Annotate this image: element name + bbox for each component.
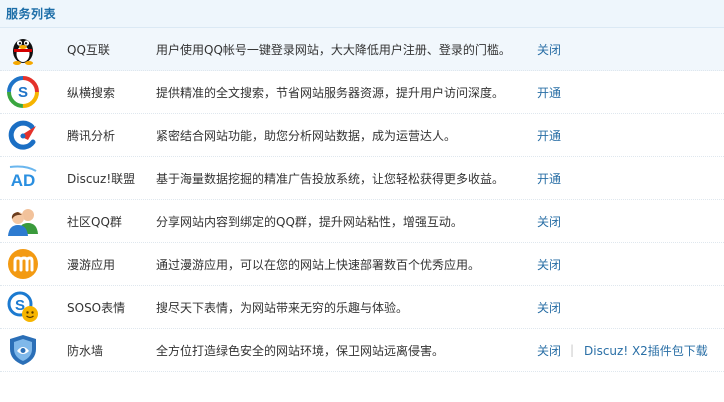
toggle-service-link[interactable]: 关闭: [537, 256, 561, 273]
qq-penguin-icon: [6, 32, 40, 66]
service-description: 全方位打造绿色安全的网站环境，保卫网站远离侵害。: [156, 343, 445, 358]
service-row-manyou-apps: 漫游应用 通过漫游应用，可以在您的网站上快速部署数百个优秀应用。 关闭: [0, 243, 724, 286]
service-name: Discuz!联盟: [67, 171, 136, 186]
toggle-service-link[interactable]: 关闭: [537, 299, 561, 316]
service-name: 社区QQ群: [67, 214, 122, 229]
firewall-shield-icon: [6, 333, 40, 367]
toggle-service-link[interactable]: 开通: [537, 127, 561, 144]
ad-alliance-icon: AD: [6, 161, 40, 195]
service-row-community-qq-group: 社区QQ群 分享网站内容到绑定的QQ群，提升网站粘性，增强互动。 关闭: [0, 200, 724, 243]
service-name: 防水墙: [67, 343, 104, 358]
service-description: 搜尽天下表情，为网站带来无穷的乐趣与体验。: [156, 300, 409, 315]
svg-text:S: S: [18, 84, 28, 101]
service-rows: QQ互联 用户使用QQ帐号一键登录网站，大大降低用户注册、登录的门槛。 关闭 S…: [0, 28, 724, 372]
service-name: 纵横搜索: [67, 85, 116, 100]
service-name: 腾讯分析: [67, 128, 116, 143]
service-description: 用户使用QQ帐号一键登录网站，大大降低用户注册、登录的门槛。: [156, 42, 511, 57]
service-row-soso-emoticons: S SOSO表情 搜尽天下表情，为网站带来无穷的乐趣与体验。 关闭: [0, 286, 724, 329]
service-list-panel: 服务列表 QQ互联 用户使用QQ帐号一键登录网站，大大降低用户注册、登录的门槛。…: [0, 0, 724, 402]
svg-text:AD: AD: [11, 171, 36, 190]
soso-emoticon-icon: S: [6, 290, 40, 324]
service-description: 提供精准的全文搜索，节省网站服务器资源，提升用户访问深度。: [156, 85, 505, 100]
service-name: SOSO表情: [67, 300, 126, 315]
toggle-service-link[interactable]: 关闭: [537, 342, 561, 359]
toggle-service-link[interactable]: 关闭: [537, 213, 561, 230]
service-row-firewall: 防水墙 全方位打造绿色安全的网站环境，保卫网站远离侵害。 关闭 | Discuz…: [0, 329, 724, 372]
service-list-title: 服务列表: [6, 7, 57, 21]
service-description: 分享网站内容到绑定的QQ群，提升网站粘性，增强互动。: [156, 214, 463, 229]
service-row-qq-connect: QQ互联 用户使用QQ帐号一键登录网站，大大降低用户注册、登录的门槛。 关闭: [0, 28, 724, 71]
toggle-service-link[interactable]: 开通: [537, 84, 561, 101]
zongheng-search-icon: S: [6, 75, 40, 109]
service-description: 紧密结合网站功能，助您分析网站数据，成为运营达人。: [156, 128, 457, 143]
service-description: 基于海量数据挖掘的精准广告投放系统，让您轻松获得更多收益。: [156, 171, 505, 186]
service-name: 漫游应用: [67, 257, 116, 272]
service-row-zongheng-search: S 纵横搜索 提供精准的全文搜索，节省网站服务器资源，提升用户访问深度。 开通: [0, 71, 724, 114]
link-separator: |: [570, 343, 575, 357]
service-description: 通过漫游应用，可以在您的网站上快速部署数百个优秀应用。: [156, 257, 481, 272]
service-row-discuz-alliance: AD Discuz!联盟 基于海量数据挖掘的精准广告投放系统，让您轻松获得更多收…: [0, 157, 724, 200]
plugin-download-link[interactable]: Discuz! X2插件包下载: [584, 342, 708, 359]
service-name: QQ互联: [67, 42, 110, 57]
tencent-analytics-icon: [6, 118, 40, 152]
toggle-service-link[interactable]: 关闭: [537, 41, 561, 58]
service-row-tencent-analytics: 腾讯分析 紧密结合网站功能，助您分析网站数据，成为运营达人。 开通: [0, 114, 724, 157]
manyou-app-icon: [6, 247, 40, 281]
toggle-service-link[interactable]: 开通: [537, 170, 561, 187]
service-list-header: 服务列表: [0, 0, 724, 28]
qq-group-icon: [6, 204, 40, 238]
